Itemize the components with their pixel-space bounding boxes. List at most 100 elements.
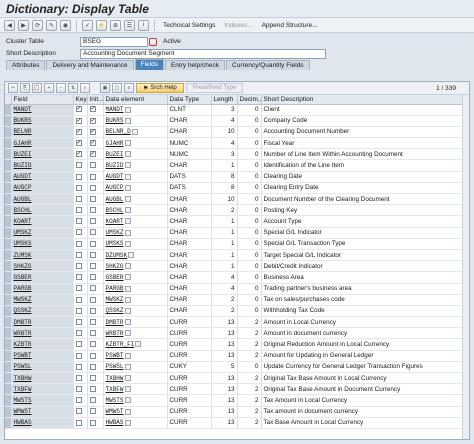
key-checkbox[interactable] bbox=[75, 386, 82, 393]
short-description-field[interactable]: Accounting Document Segment bbox=[80, 48, 326, 59]
initial-checkbox[interactable] bbox=[89, 386, 96, 393]
key-checkbox[interactable] bbox=[75, 352, 82, 359]
field-name-cell[interactable]: AUGBL bbox=[11, 193, 74, 206]
value-help-icon[interactable] bbox=[124, 386, 131, 393]
value-help-icon[interactable] bbox=[124, 151, 131, 158]
field-name-cell[interactable]: PSWBT bbox=[11, 350, 74, 362]
field-name-cell[interactable]: TXBHW bbox=[11, 372, 74, 385]
table-row[interactable]: WMWST WMWST CURR 13 2 Tax amount in document … bbox=[5, 406, 469, 418]
field-name-cell[interactable]: PSWSL bbox=[11, 361, 74, 374]
field-name-cell[interactable]: BSCHL bbox=[11, 204, 74, 217]
delete-row-icon[interactable]: − bbox=[56, 83, 66, 93]
value-help-icon[interactable] bbox=[124, 397, 131, 404]
field-name-cell[interactable]: PARGB bbox=[11, 283, 74, 295]
key-checkbox[interactable]: ✓ bbox=[75, 117, 82, 124]
key-checkbox[interactable]: ✓ bbox=[75, 139, 82, 146]
key-checkbox[interactable] bbox=[75, 263, 82, 270]
initial-checkbox[interactable]: ✓ bbox=[89, 117, 96, 124]
column-header-length[interactable]: Length bbox=[211, 95, 238, 105]
value-help-icon[interactable] bbox=[124, 106, 131, 113]
initial-checkbox[interactable] bbox=[89, 341, 96, 348]
edit-icon[interactable]: ✎ bbox=[46, 19, 57, 31]
column-header-key[interactable]: Key bbox=[73, 95, 88, 105]
table-row[interactable]: ZUMSK DZUMSK CHAR 1 0 Target Special G/L Indi… bbox=[5, 249, 469, 262]
predefined-type-button[interactable]: Predefined Type bbox=[185, 83, 244, 93]
table-row[interactable]: MWSTS MWSTS CURR 13 2 Tax Amount in Local Cur… bbox=[5, 394, 469, 407]
find-icon[interactable]: ⌕ bbox=[80, 83, 90, 93]
value-help-icon[interactable] bbox=[124, 173, 131, 180]
table-row[interactable]: QSSKZ QSSKZ CHAR 2 0 Withholding Tax Code bbox=[5, 305, 469, 318]
hierarchy-icon[interactable]: ☰ bbox=[124, 19, 135, 31]
field-name-cell[interactable]: QSSKZ bbox=[11, 305, 74, 318]
insert-row-icon[interactable]: + bbox=[44, 83, 54, 93]
data-element-cell[interactable]: WRBTR bbox=[103, 327, 168, 340]
table-row[interactable]: KOART KOART CHAR 1 0 Account Type bbox=[5, 215, 469, 228]
field-name-cell[interactable]: ZUMSK bbox=[11, 249, 74, 262]
field-name-cell[interactable]: WMWST bbox=[11, 406, 74, 418]
data-element-cell[interactable]: AUGCP bbox=[103, 182, 168, 195]
field-name-cell[interactable]: BUKRS bbox=[11, 115, 74, 127]
tab-attributes[interactable]: Attributes bbox=[6, 60, 46, 70]
data-element-cell[interactable]: AUGDT bbox=[103, 171, 168, 183]
append-structure-button[interactable]: Append Structure... bbox=[259, 22, 321, 29]
table-row[interactable]: SHKZG SHKZG CHAR 1 0 Debit/Credit Indicator bbox=[5, 260, 469, 273]
table-row[interactable]: BUKRS ✓ ✓ BUKRS CHAR 4 0 Company Code bbox=[5, 115, 469, 127]
vertical-scrollbar[interactable] bbox=[462, 95, 469, 439]
initial-checkbox[interactable] bbox=[89, 173, 96, 180]
key-checkbox[interactable]: ✓ bbox=[75, 106, 82, 113]
data-element-cell[interactable]: UMSKS bbox=[103, 238, 168, 250]
data-element-cell[interactable]: MWSTS bbox=[103, 394, 168, 407]
table-row[interactable]: UMSKZ UMSKZ CHAR 1 0 Special G/L Indicator bbox=[5, 227, 469, 239]
key-checkbox[interactable] bbox=[75, 240, 82, 247]
field-name-cell[interactable]: KOART bbox=[11, 215, 74, 228]
initial-checkbox[interactable] bbox=[89, 318, 96, 325]
key-checkbox[interactable] bbox=[75, 184, 82, 191]
value-help-icon[interactable] bbox=[124, 296, 131, 303]
value-help-icon[interactable] bbox=[135, 341, 142, 348]
value-help-icon[interactable] bbox=[124, 184, 131, 191]
field-name-cell[interactable]: BUZID bbox=[11, 159, 74, 172]
key-checkbox[interactable] bbox=[75, 173, 82, 180]
field-name-cell[interactable]: HWBAS bbox=[11, 417, 74, 429]
column-header-decimals[interactable]: Decim... bbox=[237, 95, 262, 105]
key-checkbox[interactable] bbox=[75, 285, 82, 292]
key-checkbox[interactable] bbox=[75, 363, 82, 370]
data-element-cell[interactable]: BUKRS bbox=[103, 115, 168, 127]
value-help-icon[interactable] bbox=[124, 419, 131, 426]
table-row[interactable]: PARGB PARGB CHAR 4 0 Trading partner's busine… bbox=[5, 283, 469, 295]
key-checkbox[interactable] bbox=[75, 274, 82, 281]
select-all-icon[interactable]: ▣ bbox=[100, 83, 110, 93]
data-element-cell[interactable]: PARGB bbox=[103, 283, 168, 295]
value-help-icon[interactable] bbox=[128, 251, 135, 258]
column-header-field[interactable]: Field bbox=[11, 95, 74, 105]
table-row[interactable]: UMSKS UMSKS CHAR 1 0 Special G/L Transaction … bbox=[5, 238, 469, 250]
value-help-icon[interactable] bbox=[124, 207, 131, 214]
value-help-icon[interactable] bbox=[124, 162, 131, 169]
table-row[interactable]: BUZEI ✓ ✓ BUZEI NUMC 3 0 Number of Line Item Wi… bbox=[5, 148, 469, 161]
tab-currency-quantity[interactable]: Currency/Quantity Fields bbox=[226, 60, 310, 70]
table-row[interactable]: TXBFW TXBFW CURR 13 2 Original Tax Base Amoun… bbox=[5, 383, 469, 396]
value-help-icon[interactable] bbox=[124, 263, 131, 270]
initial-checkbox[interactable]: ✓ bbox=[89, 151, 96, 158]
initial-checkbox[interactable] bbox=[89, 363, 96, 370]
table-row[interactable]: HWBAS HWBAS CURR 13 2 Tax Base Amount in Loca… bbox=[5, 417, 469, 429]
key-checkbox[interactable] bbox=[75, 307, 82, 314]
data-element-cell[interactable]: AUGBL bbox=[103, 193, 168, 206]
table-row[interactable]: BUZID BUZID CHAR 1 0 Identification of the Li… bbox=[5, 159, 469, 172]
key-checkbox[interactable]: ✓ bbox=[75, 128, 82, 135]
key-checkbox[interactable] bbox=[75, 229, 82, 236]
data-element-cell[interactable]: MANDT bbox=[103, 104, 168, 116]
cut-icon[interactable]: ✂ bbox=[8, 83, 18, 93]
key-checkbox[interactable]: ✓ bbox=[75, 151, 82, 158]
value-help-icon[interactable] bbox=[124, 274, 131, 281]
data-element-cell[interactable]: HWBAS bbox=[103, 417, 168, 429]
initial-checkbox[interactable] bbox=[89, 229, 96, 236]
data-element-cell[interactable]: PSWBT bbox=[103, 350, 168, 362]
data-element-cell[interactable]: GSBER bbox=[103, 271, 168, 284]
value-help-icon[interactable] bbox=[124, 196, 131, 203]
tab-delivery-maintenance[interactable]: Delivery and Maintenance bbox=[46, 60, 134, 70]
initial-checkbox[interactable] bbox=[89, 397, 96, 404]
data-element-cell[interactable]: SHKZG bbox=[103, 260, 168, 273]
key-checkbox[interactable] bbox=[75, 419, 82, 426]
initial-checkbox[interactable] bbox=[89, 240, 96, 247]
